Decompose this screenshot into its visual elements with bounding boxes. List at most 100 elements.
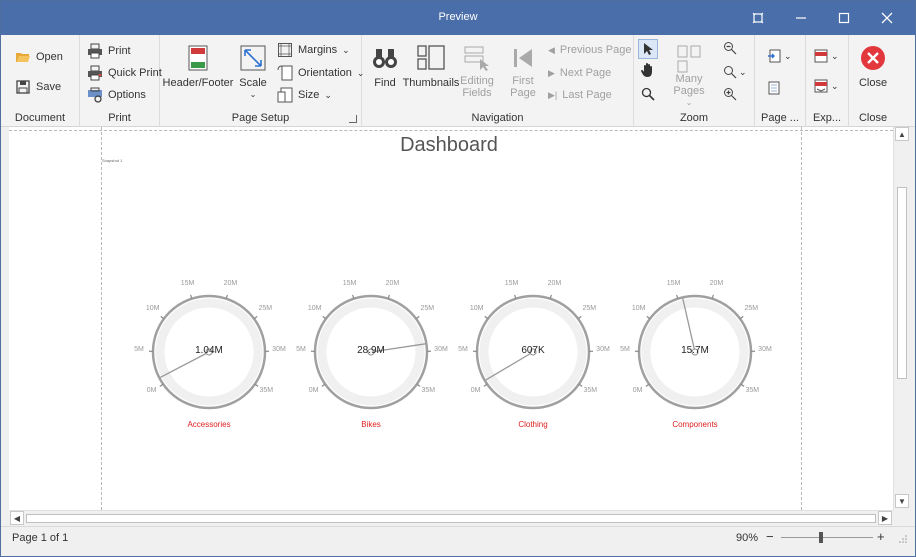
maximize-icon [838, 12, 850, 24]
close-circle-icon [861, 46, 885, 70]
gauge-tick-label: 35M [259, 387, 274, 395]
gauge-tick-label: 0M [632, 387, 643, 395]
group-export: ⌄ ⌄ Exp... [806, 35, 849, 127]
document-title: Dashboard [400, 134, 498, 156]
chevron-down-icon: ⌄ [324, 89, 332, 100]
pin-button[interactable] [736, 1, 780, 35]
hand-icon [641, 63, 652, 77]
resize-grip-icon[interactable] [899, 535, 907, 543]
magnifier-tool-button[interactable] [641, 87, 655, 104]
first-page-button[interactable]: First Page [506, 45, 540, 99]
last-page-label: Last Page [562, 89, 612, 101]
zoom-minus-icon[interactable]: − [766, 529, 774, 544]
pin-icon [752, 12, 764, 24]
find-button[interactable]: Find [370, 45, 400, 89]
horizontal-scrollbar[interactable]: ◀ ▶ [9, 510, 893, 525]
orientation-icon [277, 65, 293, 81]
zoom-slider-thumb[interactable] [819, 532, 823, 543]
group-navigation: Find Thumbnails Editing Fields First Pag… [362, 35, 634, 127]
quick-print-label: Quick Print [108, 67, 162, 79]
minimize-button[interactable] [779, 1, 823, 35]
many-pages-button[interactable]: Many Pages ⌄ [660, 45, 718, 109]
gauge-accessories: 0M 5M 10M 15M 20M 25M 30M 35M 1.04M Accessories [134, 277, 286, 437]
gauge-value-label: 28.9M [357, 345, 385, 356]
dialog-launcher-icon[interactable] [349, 115, 357, 123]
gauge-tick-label: 10M [469, 305, 484, 313]
zoom-in-button[interactable] [723, 87, 737, 104]
group-page-setup: Header/Footer Scale ⌄ Margins ⌄ Orientat… [160, 35, 364, 127]
margins-icon [278, 43, 292, 57]
gauge-tick-label: 15M [504, 280, 519, 288]
scroll-down-icon[interactable]: ▼ [895, 494, 909, 508]
zoom-plus-icon[interactable]: + [877, 529, 885, 544]
preview-window: Preview Open Save Document Print Quick P… [0, 0, 916, 557]
zoom-slider-track[interactable] [781, 537, 873, 538]
zoom-out-icon [724, 42, 737, 55]
options-button[interactable]: Options [87, 85, 146, 105]
size-button[interactable]: Size ⌄ [277, 85, 332, 105]
group-close: Close Close [849, 35, 897, 127]
group-label-page-setup: Page Setup [231, 112, 290, 124]
editing-fields-button[interactable]: Editing Fields [459, 45, 495, 99]
group-label-page: Page ... [761, 112, 799, 124]
export-button[interactable]: ⌄ [814, 49, 839, 63]
document-viewer[interactable]: Dashboard Snapshot 1 0M 5M 10M 15M 20M 25M 30M… [9, 127, 893, 510]
send-button[interactable]: ⌄ [814, 79, 839, 93]
scroll-right-icon[interactable]: ▶ [878, 511, 892, 525]
find-label: Find [374, 77, 396, 89]
orientation-button[interactable]: Orientation ⌄ [277, 63, 364, 83]
quick-print-button[interactable]: Quick Print [87, 63, 162, 83]
options-label: Options [108, 89, 146, 101]
open-label: Open [36, 51, 63, 63]
header-footer-button[interactable]: Header/Footer [163, 45, 233, 89]
next-arrow-icon: ▶ [548, 67, 555, 78]
group-print: Print Quick Print Options Print [80, 35, 162, 127]
last-page-button[interactable]: ▶| Last Page [548, 85, 612, 105]
close-window-button[interactable] [865, 1, 909, 35]
group-label-export: Exp... [812, 112, 842, 124]
vertical-scrollbar[interactable]: ▲ ▼ [893, 127, 909, 510]
open-button[interactable]: Open [15, 47, 63, 67]
export-pdf-icon [814, 49, 828, 63]
margins-button[interactable]: Margins ⌄ [277, 40, 350, 60]
zoom-out-button[interactable] [723, 41, 737, 58]
header-footer-label: Header/Footer [162, 77, 234, 89]
gauge-tick-label: 20M [547, 280, 562, 288]
scale-button[interactable]: Scale ⌄ [236, 45, 270, 101]
maximize-button[interactable] [822, 1, 866, 35]
previous-page-button[interactable]: ◀ Previous Page [548, 40, 631, 60]
chevron-down-icon: ⌄ [685, 98, 693, 107]
send-email-icon [814, 79, 828, 93]
group-page: ⌄ Page ... [755, 35, 806, 127]
chevron-down-icon: ⌄ [831, 80, 839, 91]
print-button[interactable]: Print [87, 41, 131, 61]
thumbnails-button[interactable]: Thumbnails [403, 45, 459, 89]
scroll-up-icon[interactable]: ▲ [895, 127, 909, 141]
printer-icon [88, 43, 102, 59]
minimize-icon [796, 17, 806, 19]
zoom-dropdown-button[interactable]: ⌄ [723, 65, 747, 79]
page-color-icon [768, 49, 781, 63]
vertical-scroll-thumb[interactable] [897, 187, 907, 379]
close-preview-button[interactable]: Close [855, 45, 891, 89]
gauge-clothing: 0M 5M 10M 15M 20M 25M 30M 35M 607K Clothing [458, 277, 610, 437]
gauge-tick-label: 20M [223, 280, 238, 288]
group-label-zoom: Zoom [679, 112, 709, 124]
watermark-button[interactable] [767, 81, 781, 98]
gauge-tick-label: 25M [258, 305, 273, 313]
size-label: Size [298, 89, 320, 101]
gauge-name-label: Clothing [518, 420, 548, 429]
horizontal-scroll-thumb[interactable] [26, 514, 876, 523]
save-button[interactable]: Save [15, 77, 61, 97]
group-label-print: Print [108, 112, 131, 124]
title-bar: Preview [1, 1, 915, 35]
page-info: Page 1 of 1 [12, 532, 69, 544]
page-background-button[interactable]: ⌄ [767, 49, 792, 63]
next-page-button[interactable]: ▶ Next Page [548, 63, 611, 83]
zoom-icon [724, 66, 737, 79]
gauge-tick-label: 0M [146, 387, 157, 395]
scroll-left-icon[interactable]: ◀ [10, 511, 24, 525]
hand-tool-button[interactable] [640, 62, 656, 81]
pointer-tool-button[interactable] [638, 39, 658, 59]
save-icon [16, 80, 30, 94]
